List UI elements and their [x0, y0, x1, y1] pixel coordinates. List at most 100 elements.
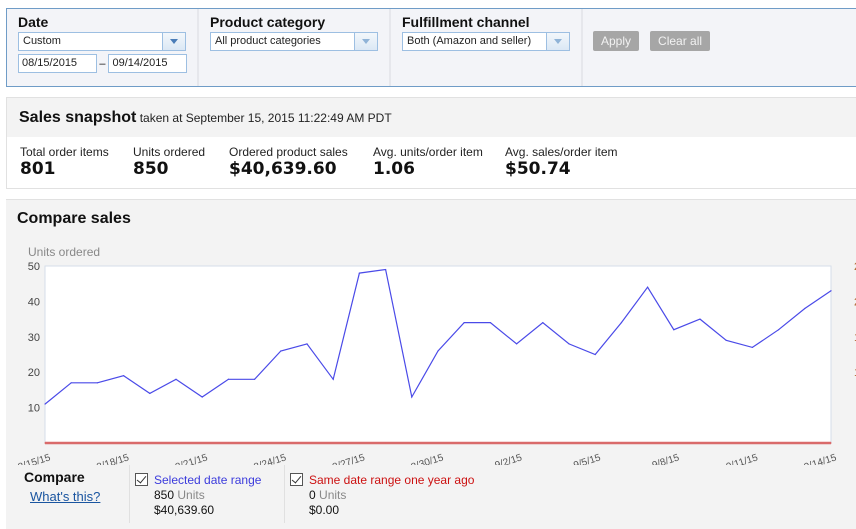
fulfillment-channel-select[interactable]: Both (Amazon and seller)	[402, 32, 570, 51]
clear-all-button[interactable]: Clear all	[650, 31, 711, 51]
x-tick-label: 8/18/15	[95, 452, 131, 465]
data-point-selected-range	[358, 272, 360, 274]
data-point-last-year	[620, 442, 623, 444]
x-tick-label: 8/24/15	[253, 452, 289, 465]
x-tick-label: 8/27/15	[331, 452, 367, 465]
data-point-selected-range	[516, 343, 518, 345]
product-category-label: Product category	[210, 14, 326, 30]
data-point-selected-range	[594, 353, 596, 356]
data-point-last-year	[358, 442, 360, 444]
data-point-last-year	[411, 442, 413, 444]
series-name: Same date range one year ago	[309, 473, 475, 487]
y-tick-label: 40	[28, 296, 40, 308]
product-category-filter: Product category All product categories	[199, 9, 391, 86]
data-point-last-year	[96, 442, 98, 444]
series-units: 850 Units	[154, 488, 205, 502]
data-point-selected-range	[542, 322, 544, 324]
data-point-selected-range	[568, 343, 570, 345]
start-date-input[interactable]: 08/15/2015	[18, 54, 97, 73]
filter-bar: Date Custom 08/15/2015 – 09/14/2015 Prod…	[6, 8, 856, 87]
data-point-selected-range	[149, 392, 151, 395]
data-point-selected-range	[227, 378, 229, 380]
y-tick-label: 50	[28, 261, 40, 273]
metric-total-order-items: Total order items 801	[20, 145, 113, 179]
product-category-select[interactable]: All product categories	[210, 32, 378, 51]
data-point-last-year	[306, 442, 308, 444]
units-ordered-chart: 10 20 30 40 50 8/15/15 8/18/15 8/21/15 8/24/15 8/…	[17, 261, 856, 465]
series-units-label: Units	[319, 488, 347, 502]
fulfillment-channel-select-value: Both (Amazon and seller)	[407, 35, 532, 47]
data-point-last-year	[463, 442, 465, 444]
fulfillment-channel-label: Fulfillment channel	[402, 14, 530, 30]
sales-snapshot-panel: Sales snapshot taken at September 15, 20…	[6, 97, 856, 189]
whats-this-link[interactable]: What's this?	[30, 489, 100, 504]
data-point-selected-range	[306, 343, 308, 345]
data-point-selected-range	[489, 322, 491, 324]
data-point-last-year	[647, 442, 649, 444]
snapshot-metrics: Total order items 801 Units ordered 850 …	[7, 137, 856, 179]
date-range-select-value: Custom	[23, 35, 61, 47]
x-tick-label: 8/30/15	[410, 452, 446, 465]
data-point-last-year	[673, 442, 675, 444]
compare-legend-title: Compare	[24, 469, 85, 485]
series-units: 0 Units	[309, 488, 346, 502]
data-point-last-year	[568, 442, 570, 444]
metric-avg-sales-per-order-item: Avg. sales/order item $50.74	[505, 145, 618, 179]
metric-value: $40,639.60	[229, 159, 337, 179]
data-point-last-year	[804, 442, 806, 444]
chevron-down-icon[interactable]	[354, 33, 377, 50]
data-point-last-year	[542, 442, 544, 444]
product-category-select-value: All product categories	[215, 35, 321, 47]
metric-label: Ordered product sales	[229, 145, 348, 159]
series-units-value: 850	[154, 488, 175, 502]
data-point-selected-range	[280, 350, 282, 352]
plot-area	[44, 265, 832, 444]
metric-value: 801	[20, 159, 56, 179]
y-tick-label: 30	[28, 332, 40, 344]
data-point-selected-range	[830, 290, 832, 292]
data-point-selected-range	[385, 268, 387, 271]
sales-snapshot-header: Sales snapshot taken at September 15, 20…	[7, 98, 856, 137]
data-point-selected-range	[804, 307, 806, 310]
metric-value: $50.74	[505, 159, 571, 179]
data-point-selected-range	[699, 318, 701, 320]
checkbox-checked-icon[interactable]	[135, 473, 148, 486]
data-point-selected-range	[620, 322, 623, 324]
snapshot-timestamp: taken at September 15, 2015 11:22:49 AM …	[139, 111, 392, 125]
metric-value: 1.06	[373, 159, 415, 179]
data-point-last-year	[385, 442, 387, 444]
date-separator: –	[99, 57, 106, 70]
data-point-last-year	[437, 442, 439, 444]
data-point-selected-range	[96, 382, 98, 384]
chevron-down-icon[interactable]	[546, 33, 569, 50]
data-point-last-year	[778, 442, 780, 444]
apply-button[interactable]: Apply	[593, 31, 640, 51]
data-point-last-year	[725, 442, 727, 444]
x-tick-label: 9/5/15	[572, 452, 602, 465]
x-tick-label: 9/8/15	[651, 452, 681, 465]
x-tick-label: 9/2/15	[494, 452, 524, 465]
data-point-selected-range	[70, 382, 72, 384]
data-point-last-year	[516, 442, 518, 444]
data-point-selected-range	[673, 329, 675, 331]
date-filter-label: Date	[18, 14, 49, 30]
chevron-down-icon[interactable]	[162, 33, 185, 50]
end-date-input[interactable]: 09/14/2015	[108, 54, 187, 73]
data-point-last-year	[830, 442, 832, 444]
series-units-label: Units	[177, 488, 205, 502]
data-point-selected-range	[254, 378, 256, 380]
filter-actions: Apply Clear all	[583, 9, 720, 86]
data-point-selected-range	[725, 339, 727, 341]
date-range-inputs: 08/15/2015 – 09/14/2015	[18, 54, 187, 73]
date-range-select[interactable]: Custom	[18, 32, 186, 51]
data-point-last-year	[149, 442, 151, 444]
metric-label: Total order items	[20, 145, 109, 159]
data-point-selected-range	[647, 286, 649, 288]
checkbox-checked-icon[interactable]	[290, 473, 303, 486]
data-point-last-year	[751, 442, 754, 444]
x-tick-label: 8/21/15	[174, 452, 210, 465]
legend-divider	[284, 465, 285, 523]
date-filter: Date Custom 08/15/2015 – 09/14/2015	[7, 9, 199, 86]
metric-label: Avg. units/order item	[373, 145, 483, 159]
data-point-last-year	[44, 442, 46, 444]
